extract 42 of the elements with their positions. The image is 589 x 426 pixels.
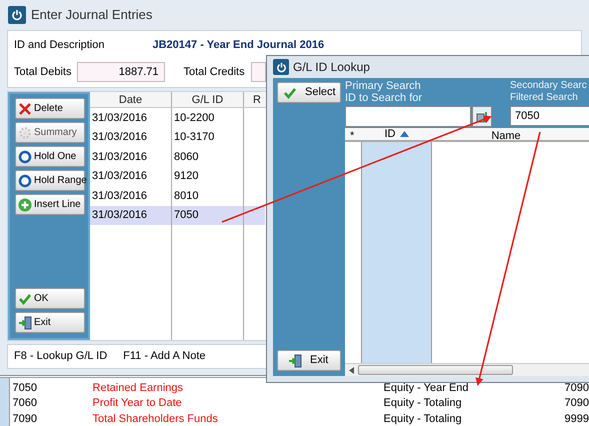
table-cell-text: 7060	[12, 396, 38, 411]
total-label: Total Credits	[183, 64, 245, 80]
action-button[interactable]: OK	[15, 288, 85, 309]
journal-row[interactable]: 31/03/2016 7050	[90, 206, 265, 225]
action-button[interactable]: Exit	[15, 312, 85, 333]
search-label: Secondary Searc	[510, 80, 588, 92]
column-header[interactable]: Name	[432, 128, 589, 140]
id-label: ID and Description	[14, 38, 104, 53]
shortcut-hint: F8 - Lookup G/L ID	[14, 349, 108, 364]
window-title: G/L ID Lookup	[293, 59, 370, 76]
table-cell-text: Profit Year to Date	[92, 396, 183, 411]
exit-button[interactable]: Exit	[277, 350, 341, 371]
journal-description: JB20147 - Year End Journal 2016	[152, 38, 324, 53]
action-button[interactable]: Delete	[15, 98, 85, 119]
table-cell-text: 9999	[564, 412, 589, 426]
column-header[interactable]: ID	[384, 126, 396, 142]
total-label: Total Debits	[14, 64, 72, 80]
table-cell-text: Equity - Totaling	[382, 396, 463, 411]
action-button[interactable]: Hold One	[15, 146, 85, 167]
table-cell: 31/03/2016	[90, 206, 172, 225]
column-header[interactable]: G/L ID	[172, 92, 244, 107]
table-cell: 7050	[172, 206, 244, 225]
action-button[interactable]: Insert Line	[15, 194, 85, 215]
search-label: Filtered Search	[510, 92, 579, 104]
shortcut-hint: F11 - Add A Note	[123, 349, 206, 364]
column-header[interactable]: *	[345, 128, 361, 140]
window-title: Enter Journal Entries	[31, 6, 152, 24]
table-cell-text: 7090	[564, 396, 589, 411]
table-cell-text: Equity - Totaling	[382, 412, 463, 426]
search-label: Primary Search	[345, 80, 422, 92]
search-label: ID to Search for	[345, 92, 424, 104]
table-cell-text: 7090	[12, 412, 38, 426]
total-field[interactable]: 1887.71	[77, 62, 166, 82]
column-header[interactable]: Date	[90, 92, 172, 107]
table-cell-text: 7050	[12, 380, 38, 396]
table-cell-text: Equity - Year End	[382, 380, 470, 396]
table-cell-text: Retained Earnings	[92, 380, 184, 396]
table-cell-text: 7090	[564, 380, 589, 396]
select-button[interactable]: Select	[277, 82, 341, 103]
column-header[interactable]: R	[244, 92, 264, 107]
secondary-search-field[interactable]: 7050	[510, 106, 589, 126]
table-cell-text: Total Shareholders Funds	[92, 412, 219, 426]
